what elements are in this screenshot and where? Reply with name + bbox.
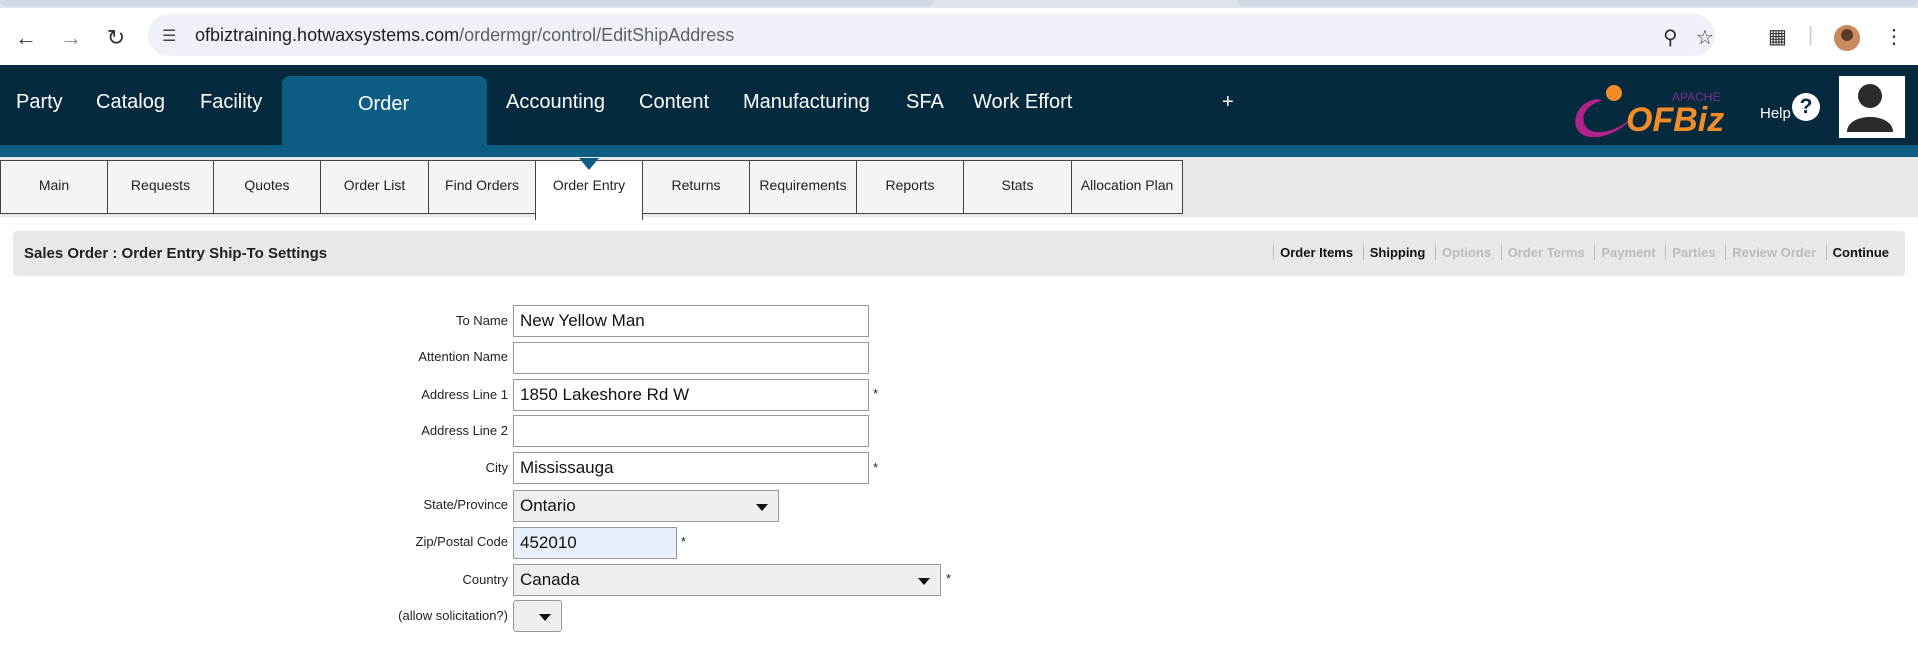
url-host: ofbiztraining.hotwaxsystems.com: [195, 25, 460, 45]
order-entry-steps: Order Items Shipping Options Order Terms…: [1273, 245, 1895, 260]
required-marker: *: [946, 571, 952, 586]
step-parties: Parties: [1665, 245, 1722, 260]
zoom-icon[interactable]: ⚲: [1663, 25, 1678, 50]
zip-postal-code-input[interactable]: [513, 527, 677, 559]
step-shipping[interactable]: Shipping: [1362, 245, 1432, 260]
tab-order-list[interactable]: Order List: [320, 160, 429, 214]
required-marker: *: [873, 386, 879, 401]
main-nav-work-effort[interactable]: Work Effort: [973, 91, 1072, 114]
forward-icon[interactable]: →: [57, 24, 85, 52]
tab-stats[interactable]: Stats: [963, 160, 1072, 214]
tab-order-entry[interactable]: Order Entry: [535, 158, 643, 220]
allow-solicitation-select[interactable]: [513, 600, 562, 632]
user-avatar[interactable]: [1839, 76, 1905, 138]
address-line-1-input[interactable]: [513, 379, 869, 411]
country-value: Canada: [520, 570, 580, 589]
main-nav-facility[interactable]: Facility: [200, 91, 262, 114]
browser-tab-strip: [0, 0, 1918, 8]
step-order-items[interactable]: Order Items: [1273, 245, 1360, 260]
sub-tab-bar: Main Requests Quotes Order List Find Ord…: [0, 157, 1918, 220]
address-line-2-label: Address Line 2: [421, 423, 508, 438]
tab-returns[interactable]: Returns: [642, 160, 750, 214]
help-icon[interactable]: ?: [1792, 93, 1820, 121]
tab-requests[interactable]: Requests: [107, 160, 214, 214]
chevron-down-icon: [918, 578, 930, 585]
step-payment: Payment: [1594, 245, 1662, 260]
step-order-terms: Order Terms: [1500, 245, 1591, 260]
main-nav-catalog[interactable]: Catalog: [96, 91, 165, 114]
tab-order-entry-label: Order Entry: [552, 177, 626, 193]
address-line-1-label: Address Line 1: [421, 387, 508, 402]
city-label: City: [485, 460, 508, 475]
country-select[interactable]: Canada: [513, 564, 941, 596]
tab-requirements[interactable]: Requirements: [749, 160, 857, 214]
user-silhouette-icon: [1841, 78, 1899, 132]
step-review-order: Review Order: [1725, 245, 1823, 260]
browser-toolbar: ← → ↻ ☰ ofbiztraining.hotwaxsystems.com/…: [0, 8, 1918, 65]
main-nav-order[interactable]: Order: [358, 93, 409, 116]
chevron-down-icon: [539, 614, 551, 621]
city-input[interactable]: [513, 452, 869, 484]
svg-text:APACHE: APACHE: [1672, 90, 1720, 104]
address-line-2-input[interactable]: [513, 415, 869, 447]
tab-allocation-plan[interactable]: Allocation Plan: [1071, 160, 1183, 214]
address-bar[interactable]: ☰ ofbiztraining.hotwaxsystems.com/orderm…: [148, 14, 1715, 56]
site-settings-icon[interactable]: ☰: [162, 26, 176, 46]
ofbiz-logo[interactable]: OFBiz APACHE: [1568, 79, 1738, 145]
to-name-input[interactable]: [513, 305, 869, 337]
attention-name-label: Attention Name: [418, 349, 508, 364]
page-title: Sales Order : Order Entry Ship-To Settin…: [24, 245, 328, 262]
to-name-label: To Name: [455, 313, 508, 328]
tab-main[interactable]: Main: [0, 160, 108, 214]
tab-quotes[interactable]: Quotes: [213, 160, 321, 214]
main-nav-sfa[interactable]: SFA: [906, 91, 944, 114]
zip-postal-code-label: Zip/Postal Code: [415, 534, 509, 549]
browser-tab[interactable]: [1237, 0, 1918, 6]
attention-name-input[interactable]: [513, 342, 869, 374]
state-province-select[interactable]: Ontario: [513, 490, 779, 522]
tab-reports[interactable]: Reports: [856, 160, 964, 214]
active-tab-indicator: [579, 158, 599, 170]
step-continue[interactable]: Continue: [1825, 245, 1895, 260]
back-icon[interactable]: ←: [12, 24, 40, 52]
tab-find-orders[interactable]: Find Orders: [428, 160, 536, 214]
chevron-down-icon: [756, 504, 768, 511]
required-marker: *: [681, 534, 687, 549]
main-nav-party[interactable]: Party: [16, 91, 63, 114]
reload-icon[interactable]: ↻: [102, 24, 130, 52]
required-marker: *: [873, 460, 879, 475]
add-menu-icon[interactable]: +: [1222, 91, 1234, 114]
help-link[interactable]: Help: [1760, 105, 1791, 122]
header-stripe: [0, 145, 1918, 157]
svg-text:OFBiz: OFBiz: [1626, 101, 1724, 139]
url-path: /ordermgr/control/EditShipAddress: [459, 25, 735, 45]
extensions-icon[interactable]: ▦: [1768, 24, 1787, 49]
app-header: Party Catalog Facility Order Accounting …: [0, 65, 1918, 157]
section-header: Sales Order : Order Entry Ship-To Settin…: [13, 231, 1905, 276]
browser-tab[interactable]: [0, 0, 935, 6]
main-nav-content[interactable]: Content: [639, 91, 709, 114]
state-province-label: State/Province: [423, 497, 508, 512]
bookmark-star-icon[interactable]: ☆: [1696, 25, 1714, 50]
step-options: Options: [1434, 245, 1498, 260]
url-text[interactable]: ofbiztraining.hotwaxsystems.com/ordermgr…: [195, 25, 734, 46]
toolbar-divider: |: [1808, 24, 1814, 46]
browser-menu-icon[interactable]: ⋮: [1884, 24, 1904, 49]
country-label: Country: [462, 572, 508, 587]
main-nav-accounting[interactable]: Accounting: [506, 91, 605, 114]
state-province-value: Ontario: [520, 496, 576, 515]
main-nav-manufacturing[interactable]: Manufacturing: [743, 91, 870, 114]
allow-solicitation-label: (allow solicitation?): [398, 608, 508, 623]
profile-avatar[interactable]: [1834, 25, 1860, 51]
